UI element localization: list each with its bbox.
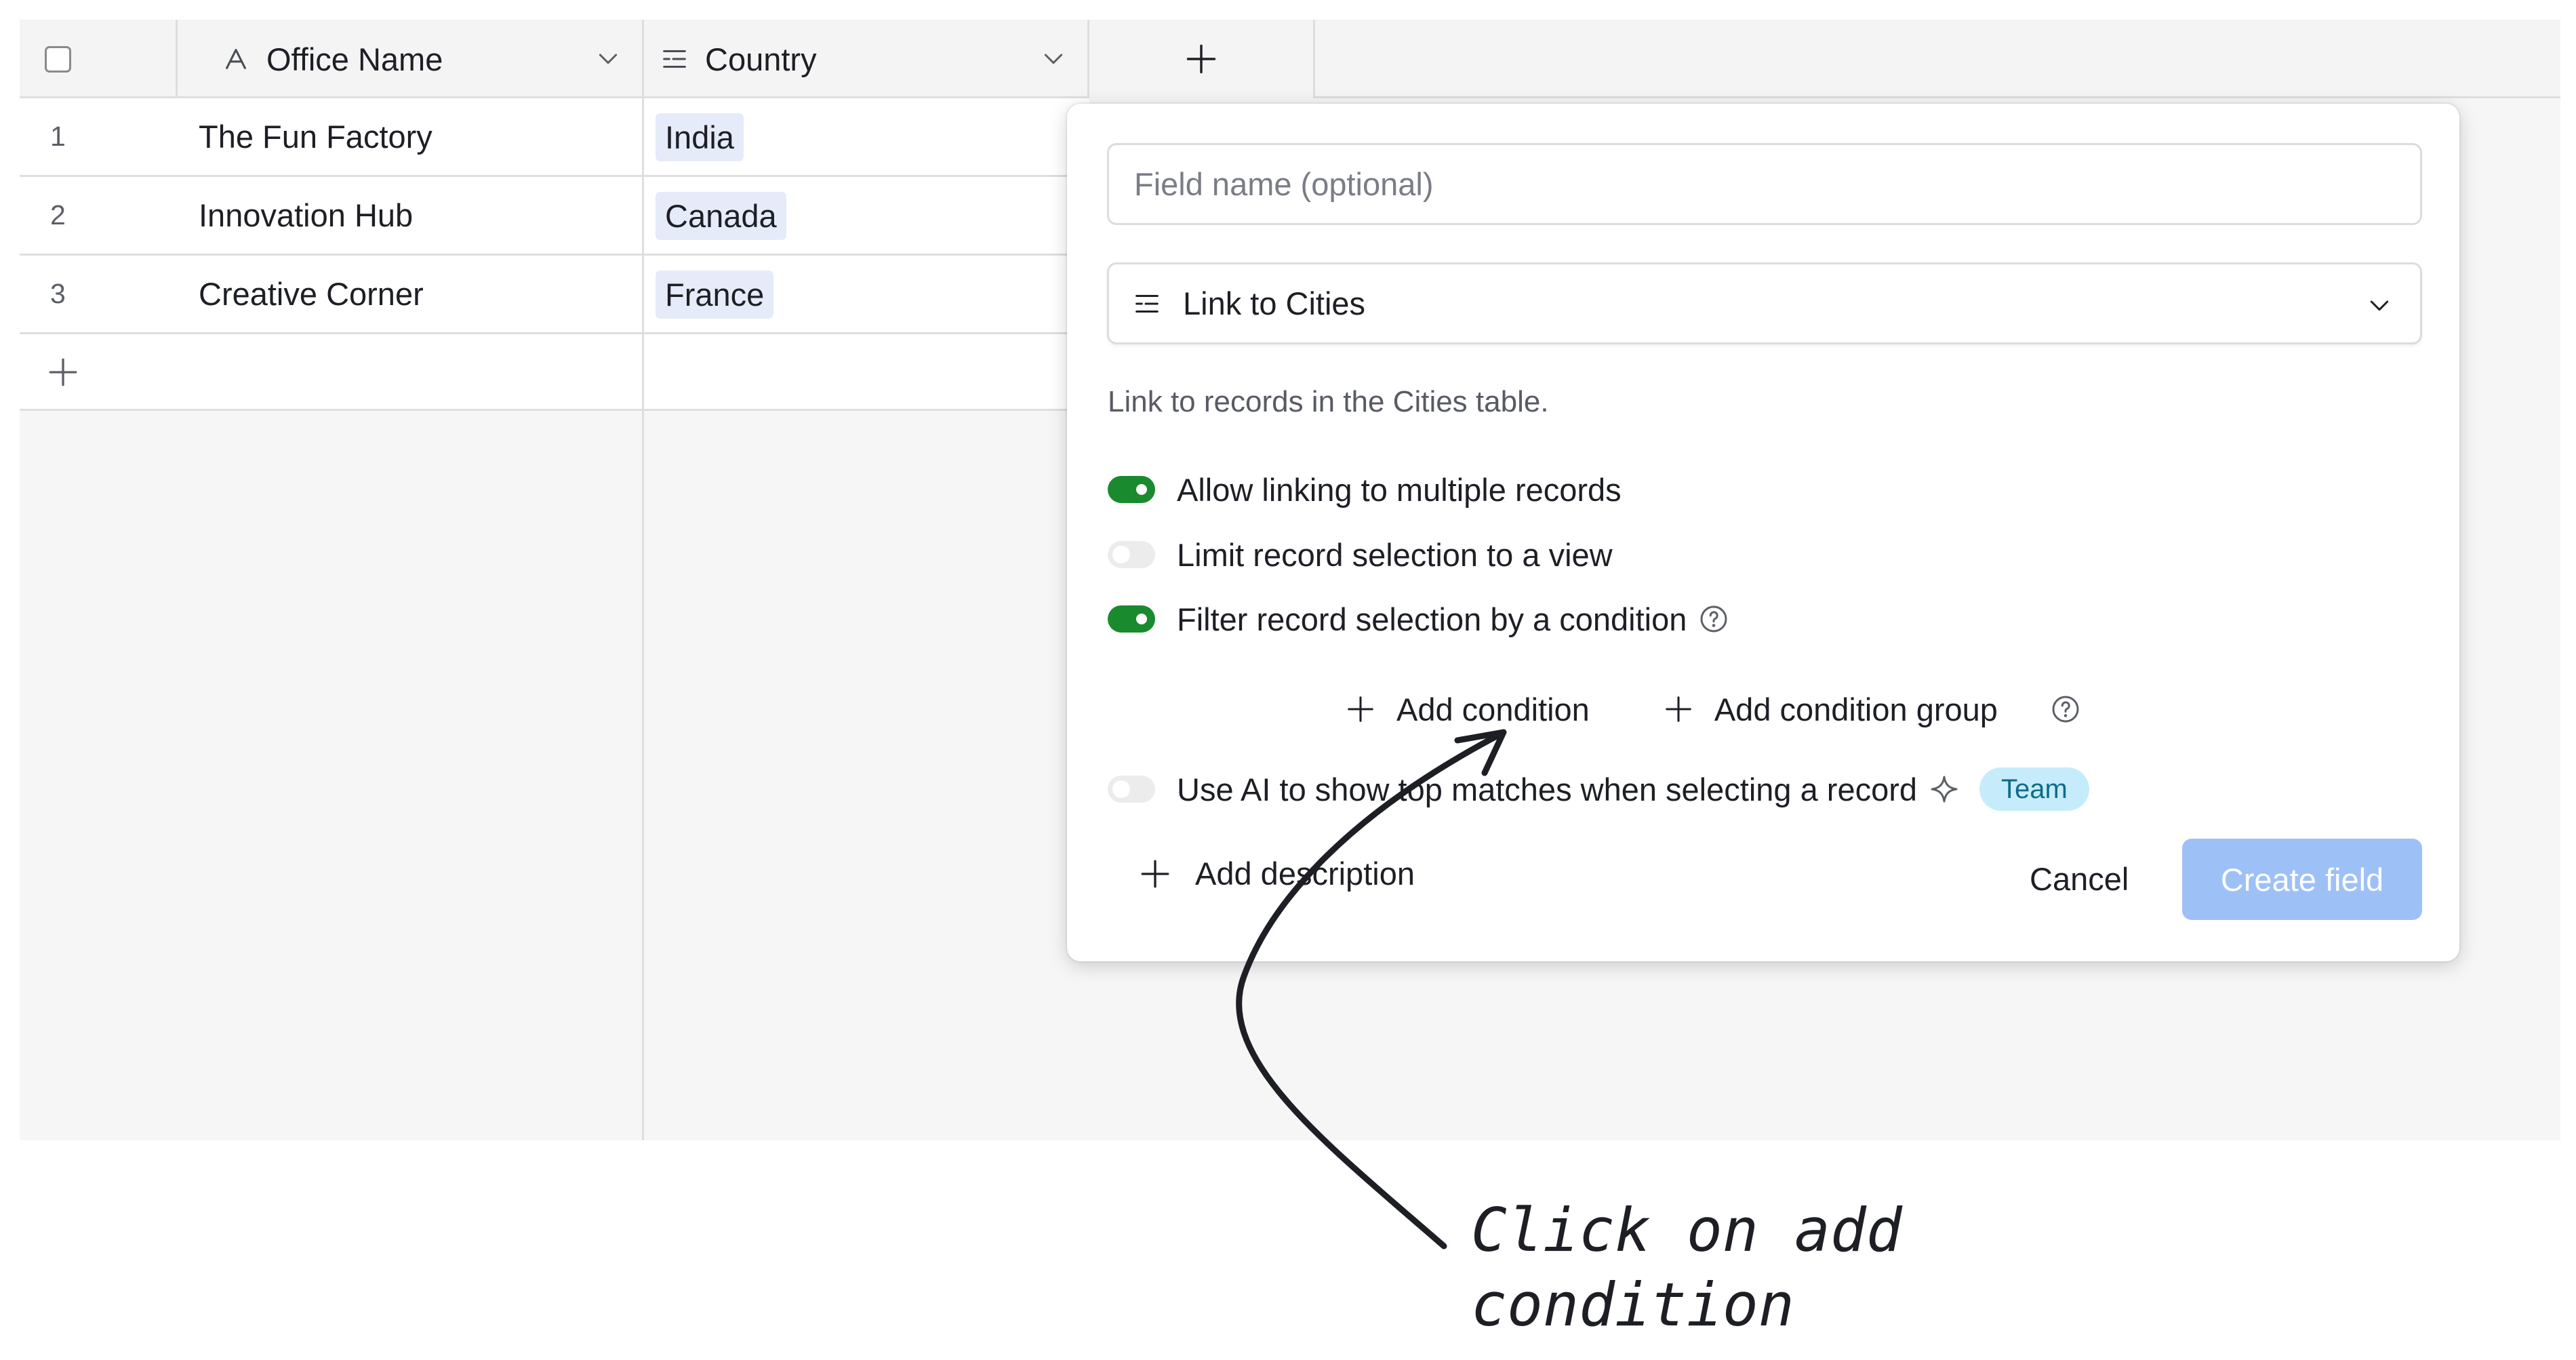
- office-name-cell[interactable]: The Fun Factory: [199, 98, 432, 175]
- use-ai-toggle[interactable]: [1108, 776, 1155, 803]
- field-name-input[interactable]: [1107, 143, 2422, 225]
- plus-icon: [1666, 696, 1691, 722]
- field-type-description: Link to records in the Cities table.: [1108, 385, 1549, 418]
- annotation-note: Click on add condition: [1471, 1193, 1902, 1342]
- column-divider: [642, 256, 644, 334]
- add-condition-group-button[interactable]: Add condition group: [1663, 691, 1998, 728]
- country-tag[interactable]: Canada: [656, 192, 786, 240]
- country-tag[interactable]: France: [656, 271, 774, 319]
- option-use-ai[interactable]: Use AI to show top matches when selectin…: [1108, 765, 2089, 813]
- help-icon[interactable]: [1697, 603, 1730, 635]
- plus-icon: [1186, 44, 1216, 74]
- sparkle-icon: [1931, 776, 1958, 803]
- add-condition-group-label: Add condition group: [1714, 691, 1998, 727]
- column-divider: [642, 334, 644, 411]
- plus-icon: [1348, 696, 1373, 722]
- plus-icon: [49, 358, 77, 386]
- office-name-cell[interactable]: Creative Corner: [199, 256, 424, 332]
- dialog-footer: Add description Cancel Create field: [1067, 839, 2459, 920]
- team-plan-badge: Team: [1979, 767, 2089, 811]
- option-label: Filter record selection by a condition: [1177, 601, 1687, 637]
- header-select-all: [20, 20, 178, 98]
- column-header-office-name[interactable]: Office Name: [178, 20, 644, 98]
- table-row[interactable]: 2 Innovation Hub Canada: [20, 177, 1089, 256]
- field-type-label: Link to Cities: [1183, 285, 1366, 321]
- option-label: Allow linking to multiple records: [1177, 471, 1622, 508]
- chevron-down-icon[interactable]: [595, 45, 622, 72]
- row-number: 2: [50, 199, 66, 231]
- column-header-country[interactable]: Country: [644, 20, 1089, 98]
- create-field-dialog: Link to Cities Link to records in the Ci…: [1067, 104, 2459, 961]
- field-type-select[interactable]: Link to Cities: [1107, 262, 2422, 344]
- help-icon[interactable]: [2049, 693, 2082, 725]
- allow-multiple-toggle[interactable]: [1108, 476, 1155, 503]
- column-header-label: Country: [705, 41, 817, 77]
- add-condition-button[interactable]: Add condition: [1345, 691, 1590, 728]
- add-condition-label: Add condition: [1396, 691, 1590, 727]
- office-name-cell[interactable]: Innovation Hub: [199, 177, 413, 254]
- column-divider: [642, 98, 644, 177]
- row-number: 3: [50, 278, 66, 309]
- country-tag[interactable]: India: [656, 113, 744, 161]
- add-description-button[interactable]: Add description: [1138, 855, 1415, 892]
- link-field-icon: [1135, 294, 1159, 313]
- annotation-line: Click on add: [1471, 1195, 1902, 1265]
- condition-actions: Add condition Add condition group: [1345, 685, 2082, 733]
- add-record-row[interactable]: [20, 334, 1089, 411]
- table-row[interactable]: 1 The Fun Factory India: [20, 98, 1089, 177]
- option-filter-condition[interactable]: Filter record selection by a condition: [1108, 595, 1730, 643]
- add-description-label: Add description: [1195, 856, 1415, 892]
- header-row: Office Name Country: [20, 20, 2560, 98]
- option-label: Limit record selection to a view: [1177, 536, 1613, 573]
- chevron-down-icon: [2370, 300, 2389, 311]
- column-header-label: Office Name: [266, 41, 443, 77]
- limit-view-toggle[interactable]: [1108, 541, 1155, 568]
- create-field-button[interactable]: Create field: [2182, 839, 2422, 920]
- annotation-line: condition: [1471, 1270, 1794, 1340]
- select-all-checkbox[interactable]: [45, 45, 71, 73]
- text-field-icon: [226, 49, 246, 69]
- plus-icon: [1141, 860, 1169, 887]
- row-number: 1: [50, 121, 66, 152]
- option-limit-view[interactable]: Limit record selection to a view: [1108, 531, 1613, 578]
- chevron-down-icon[interactable]: [1040, 45, 1067, 72]
- single-select-icon: [663, 49, 686, 68]
- option-allow-multiple[interactable]: Allow linking to multiple records: [1108, 466, 1622, 513]
- filter-condition-toggle[interactable]: [1108, 605, 1155, 633]
- cancel-button[interactable]: Cancel: [2030, 855, 2129, 902]
- option-label: Use AI to show top matches when selectin…: [1177, 771, 1918, 807]
- add-field-button[interactable]: [1089, 20, 1315, 98]
- table-row[interactable]: 3 Creative Corner France: [20, 256, 1089, 334]
- column-divider: [642, 177, 644, 256]
